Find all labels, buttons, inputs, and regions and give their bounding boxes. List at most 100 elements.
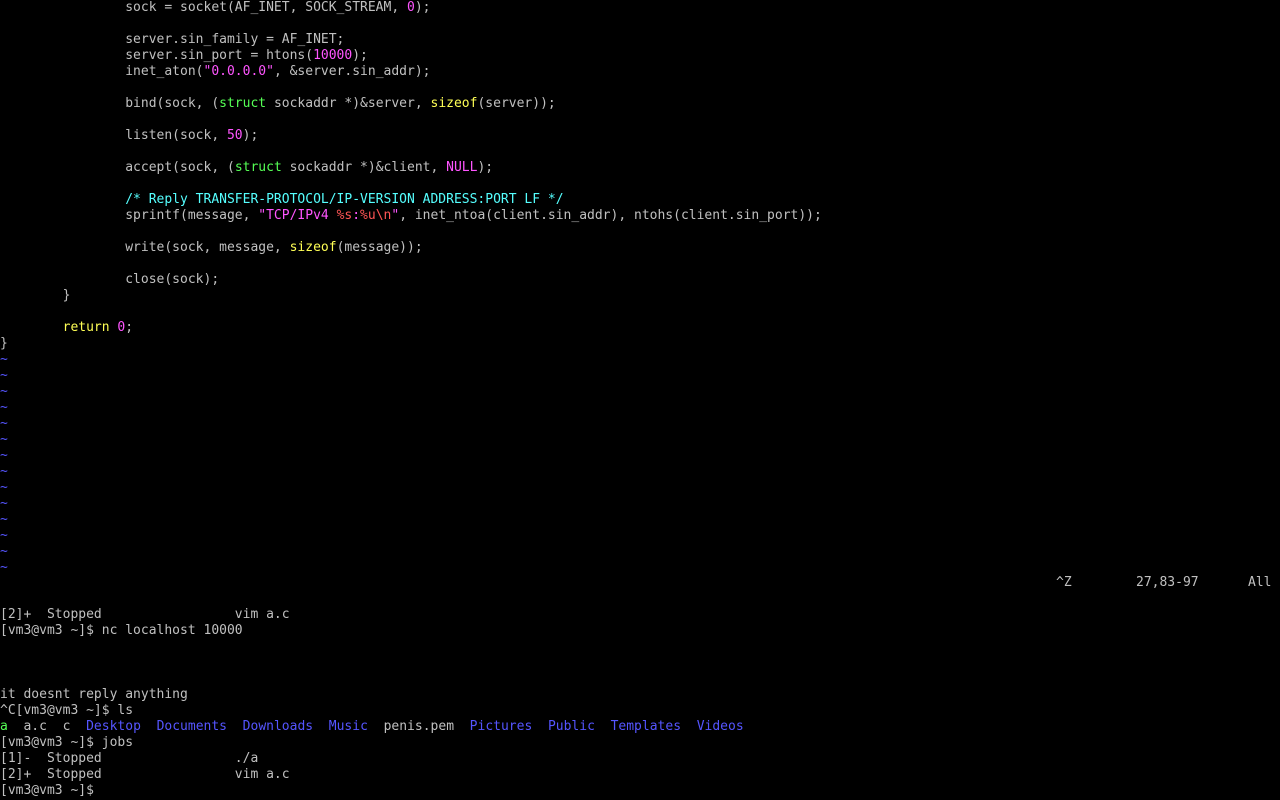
shell-line-segment	[532, 719, 548, 734]
code-line-segment: "	[391, 208, 400, 223]
tilde-line: ~	[0, 416, 8, 431]
code-line: sock = socket(AF_INET, SOCK_STREAM, 0);	[0, 0, 430, 16]
code-line-segment: bind(sock, (	[0, 96, 220, 111]
code-line-segment: );	[477, 160, 494, 175]
code-line: inet_aton("0.0.0.0", &server.sin_addr);	[0, 64, 431, 80]
code-line: bind(sock, (struct sockaddr *)&server, s…	[0, 96, 556, 112]
tilde-line: ~	[0, 384, 8, 399]
shell-line-segment: [vm3@vm3 ~]$ jobs	[0, 735, 134, 750]
vim-showcmd: ^Z	[1056, 575, 1072, 590]
code-line-segment: , inet_ntoa(client.sin_addr), ntohs(clie…	[399, 208, 822, 223]
code-line-segment: server.sin_port = htons(	[0, 48, 314, 63]
tilde-line: ~	[0, 432, 8, 447]
code-line-segment: %u\n	[360, 208, 392, 223]
code-line-segment: }	[0, 336, 8, 351]
code-line-segment: sizeof	[289, 240, 337, 255]
shell-line-segment: Downloads	[242, 719, 314, 734]
code-line-segment: 0	[407, 0, 415, 15]
tilde-line: ~	[0, 464, 8, 479]
shell-line: a a.c c Desktop Documents Downloads Musi…	[0, 719, 744, 735]
code-line: }	[0, 336, 8, 352]
shell-line-segment: Desktop	[86, 719, 141, 734]
code-line-segment: sizeof	[430, 96, 478, 111]
code-line-segment: sockaddr *)&server,	[266, 96, 431, 111]
shell-line-segment: [2]+ Stopped vim a.c	[0, 767, 290, 782]
shell-line-segment	[313, 719, 329, 734]
code-line-segment: );	[414, 0, 431, 15]
shell-line-segment: Pictures	[469, 719, 533, 734]
code-line-segment: , &server.sin_addr);	[273, 64, 431, 79]
shell-line: it doesnt reply anything	[0, 687, 188, 703]
code-line-segment: }	[0, 288, 71, 303]
tilde-line: ~	[0, 512, 8, 527]
terminal-window[interactable]: sock = socket(AF_INET, SOCK_STREAM, 0); …	[0, 0, 1280, 800]
shell-line-segment: penis.pem	[367, 719, 470, 734]
code-line-segment: write(sock, message,	[0, 240, 290, 255]
shell-line-segment: [1]- Stopped ./a	[0, 751, 259, 766]
code-line: server.sin_family = AF_INET;	[0, 32, 344, 48]
code-line-segment: "0.0.0.0"	[203, 64, 274, 79]
code-line: accept(sock, (struct sockaddr *)&client,…	[0, 160, 493, 176]
code-line-segment: "TCP/IPv4	[258, 208, 337, 223]
code-line-segment	[0, 320, 63, 335]
code-line-segment: );	[352, 48, 368, 63]
code-line: listen(sock, 50);	[0, 128, 258, 144]
tilde-line: ~	[0, 448, 8, 463]
code-line-segment: :	[352, 208, 361, 223]
shell-line-segment: Templates	[610, 719, 682, 734]
code-line-segment: listen(sock,	[0, 128, 227, 143]
code-line: /* Reply TRANSFER-PROTOCOL/IP-VERSION AD…	[0, 192, 564, 208]
code-line: write(sock, message, sizeof(message));	[0, 240, 423, 256]
tilde-line: ~	[0, 544, 8, 559]
code-line-segment: sockaddr *)&client,	[281, 160, 447, 175]
code-line-segment: ;	[125, 320, 134, 335]
shell-line-segment: Videos	[696, 719, 744, 734]
shell-line-segment	[595, 719, 611, 734]
shell-line-segment: [vm3@vm3 ~]$	[0, 783, 102, 798]
tilde-line: ~	[0, 496, 8, 511]
shell-line: [2]+ Stopped vim a.c	[0, 767, 290, 783]
code-line-segment: (message));	[336, 240, 423, 255]
code-line: server.sin_port = htons(10000);	[0, 48, 368, 64]
code-line-segment: 10000	[313, 48, 353, 63]
code-line-segment: struct	[234, 160, 282, 175]
code-line-segment: sprintf(message,	[0, 208, 259, 223]
shell-line-segment: it doesnt reply anything	[0, 687, 188, 702]
shell-line: ^C[vm3@vm3 ~]$ ls	[0, 703, 133, 719]
tilde-line: ~	[0, 352, 8, 367]
shell-line: [vm3@vm3 ~]$	[0, 783, 102, 799]
code-line: return 0;	[0, 320, 133, 336]
shell-line: [vm3@vm3 ~]$ jobs	[0, 735, 133, 751]
shell-line-segment: Public	[547, 719, 595, 734]
code-line-segment: struct	[219, 96, 267, 111]
shell-line-segment: [2]+ Stopped vim a.c	[0, 607, 290, 622]
shell-line: [1]- Stopped ./a	[0, 751, 258, 767]
shell-line-segment	[141, 719, 157, 734]
code-line-segment: inet_aton(	[0, 64, 204, 79]
shell-line: [2]+ Stopped vim a.c	[0, 607, 290, 623]
code-line-segment: accept(sock, (	[0, 160, 235, 175]
code-line-segment: (server));	[477, 96, 556, 111]
shell-line-segment: ^C[vm3@vm3 ~]$ ls	[0, 703, 134, 718]
shell-line-segment: Documents	[156, 719, 228, 734]
code-line: close(sock);	[0, 272, 219, 288]
shell-line-segment: [vm3@vm3 ~]$ nc localhost 10000	[0, 623, 243, 638]
shell-line-segment: a.c c	[7, 719, 87, 734]
shell-line-segment	[227, 719, 243, 734]
tilde-line: ~	[0, 560, 8, 575]
vim-cursor-position: 27,83-97	[1136, 575, 1199, 590]
code-line-segment: server.sin_family = AF_INET;	[0, 32, 345, 47]
code-line-segment: 50	[226, 128, 243, 143]
shell-line-segment: a	[0, 719, 8, 734]
tilde-line: ~	[0, 528, 8, 543]
code-line-segment: return	[62, 320, 110, 335]
code-line-segment: sock = socket(AF_INET, SOCK_STREAM,	[0, 0, 407, 15]
tilde-line: ~	[0, 480, 8, 495]
shell-line-segment	[681, 719, 697, 734]
code-line-segment: %s	[336, 208, 353, 223]
vim-scroll-indicator: All	[1248, 575, 1272, 590]
code-line-segment: close(sock);	[0, 272, 220, 287]
code-line-segment: /* Reply TRANSFER-PROTOCOL/IP-VERSION AD…	[0, 192, 564, 207]
shell-line-segment: Music	[328, 719, 368, 734]
tilde-line: ~	[0, 368, 8, 383]
